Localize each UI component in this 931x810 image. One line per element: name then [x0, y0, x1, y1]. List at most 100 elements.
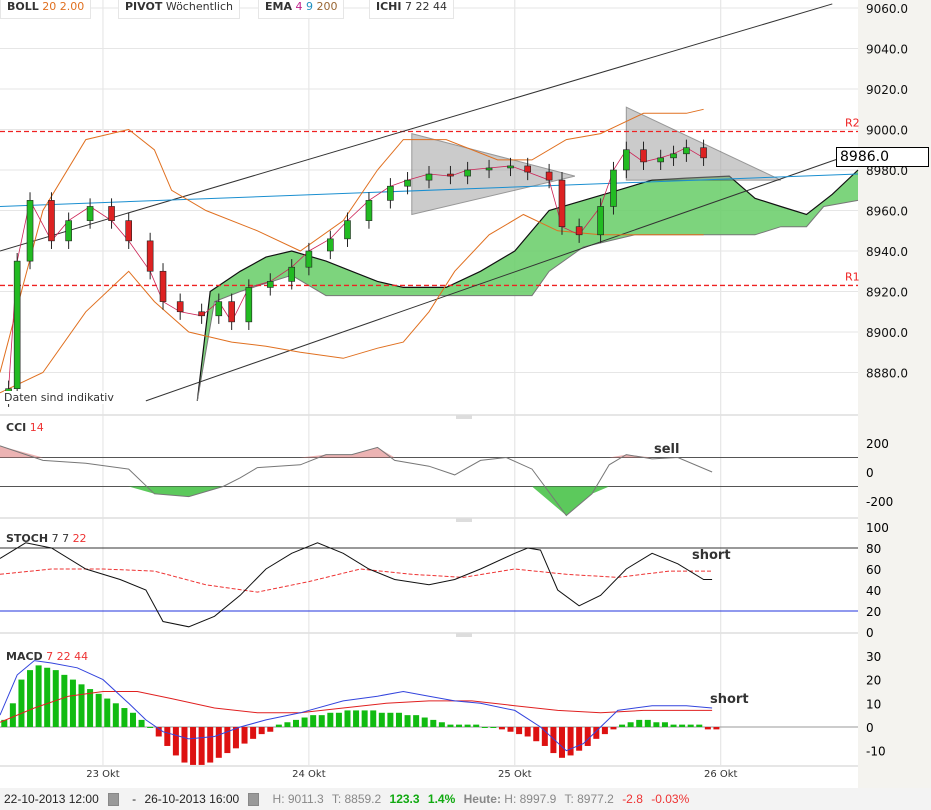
candle	[425, 173, 433, 181]
last-price-label: 8986.0	[836, 147, 929, 167]
chart-canvas[interactable]: 23 Okt 24 Okt 25 Okt 26 Okt 8880.0 8900.0 8920…	[0, 0, 931, 788]
pivot-label: R2	[845, 117, 860, 130]
candle	[683, 147, 690, 155]
x-tick-label: 24 Okt	[292, 769, 326, 780]
legend-name: BOLL	[7, 0, 39, 13]
candle	[228, 301, 235, 323]
macd-histogram-bar	[250, 727, 257, 739]
macd-histogram-bar	[524, 727, 531, 737]
macd-label[interactable]: MACD 7 22 44	[6, 650, 88, 663]
macd-histogram-bar	[619, 724, 626, 727]
panel-param: 22	[56, 650, 71, 663]
macd-histogram-bar	[27, 670, 34, 727]
stoch-tick-label: 80	[866, 542, 881, 556]
calendar-icon[interactable]	[107, 793, 119, 807]
stoch-label[interactable]: STOCH 7 7 22	[6, 532, 87, 545]
candle	[327, 238, 334, 252]
candle	[404, 179, 411, 187]
candle	[125, 220, 132, 242]
date-to[interactable]: 26-10-2013 16:00	[144, 792, 239, 806]
date-from[interactable]: 22-10-2013 12:00	[4, 792, 99, 806]
macd-histogram-bar	[52, 670, 59, 727]
macd-histogram-bar	[713, 727, 720, 730]
y-tick-label: 9020.0	[866, 83, 908, 97]
candle	[13, 260, 21, 389]
macd-histogram-bar	[121, 708, 128, 727]
cci-label[interactable]: CCI 14	[6, 421, 44, 434]
macd-histogram-bar	[181, 727, 188, 763]
legend-ichi[interactable]: ICHI 7 22 44	[369, 0, 454, 19]
calendar-icon[interactable]	[248, 793, 260, 807]
candle	[387, 185, 394, 201]
macd-histogram-bar	[129, 712, 136, 727]
today-label: Heute:	[463, 792, 501, 806]
candle	[524, 165, 531, 173]
legend-name: EMA	[265, 0, 292, 13]
candle	[48, 200, 55, 242]
candle	[670, 153, 677, 159]
macd-histogram-bar	[558, 727, 565, 758]
candle	[245, 287, 253, 323]
candle	[65, 220, 72, 242]
macd-histogram-bar	[35, 665, 42, 727]
today-high: H: 8997.9	[504, 792, 557, 806]
cci-tick-label: 200	[866, 437, 889, 451]
y-tick-label: 8880.0	[866, 367, 908, 381]
macd-histogram-bar	[541, 727, 548, 746]
y-tick-label: 8920.0	[866, 286, 908, 300]
macd-histogram-bar	[138, 719, 145, 727]
macd-histogram-bar	[661, 722, 668, 727]
macd-histogram-bar	[644, 719, 651, 727]
legend-param: 20	[42, 0, 57, 13]
macd-histogram-bar	[327, 712, 334, 727]
candle	[159, 270, 167, 302]
legend-param: 2.00	[59, 0, 85, 13]
macd-histogram-bar	[507, 727, 514, 732]
macd-tick-label: 30	[866, 650, 881, 664]
candle	[176, 301, 184, 313]
candle	[623, 149, 630, 171]
macd-histogram-bar	[69, 679, 76, 727]
legend-name: ICHI	[376, 0, 402, 13]
panel-param: 44	[74, 650, 89, 663]
legend-pivot[interactable]: PIVOT Wöchentlich	[118, 0, 241, 19]
macd-histogram-bar	[696, 724, 703, 727]
macd-histogram-bar	[344, 710, 351, 727]
macd-histogram-bar	[404, 715, 411, 727]
panel-param: 7	[62, 532, 70, 545]
macd-histogram-bar	[550, 727, 557, 754]
range-pct: 1.4%	[427, 792, 456, 806]
legend-boll[interactable]: BOLL 20 2.00	[0, 0, 92, 19]
range-low: T: 8859.2	[331, 792, 382, 806]
macd-histogram-bar	[447, 724, 454, 727]
indicative-note: Daten sind indikativ	[4, 391, 114, 404]
stoch-tick-label: 40	[866, 584, 881, 598]
today-low: T: 8977.2	[564, 792, 614, 806]
macd-histogram-bar	[610, 727, 617, 730]
macd-histogram-bar	[584, 727, 591, 746]
macd-histogram-bar	[421, 717, 428, 727]
candle	[266, 281, 274, 288]
macd-histogram-bar	[18, 679, 25, 727]
panel-param: 7	[51, 532, 59, 545]
candle	[365, 200, 373, 221]
macd-histogram-bar	[61, 674, 68, 727]
macd-histogram-bar	[438, 722, 445, 727]
legend-param: 44	[432, 0, 447, 13]
legend-param: 22	[415, 0, 430, 13]
x-tick-label: 25 Okt	[498, 769, 532, 780]
candle	[198, 311, 205, 317]
y-tick-label: 9040.0	[866, 43, 908, 57]
legend-ema[interactable]: EMA 4 9 200	[258, 0, 345, 19]
panel-name: CCI	[6, 421, 27, 434]
y-tick-label: 8940.0	[866, 245, 908, 259]
candle	[464, 169, 471, 177]
macd-tick-label: -10	[866, 745, 886, 759]
macd-tick-label: 0	[866, 721, 874, 735]
macd-histogram-bar	[387, 712, 394, 727]
macd-histogram-bar	[147, 727, 154, 728]
stoch-d-line	[0, 568, 713, 593]
macd-histogram-bar	[241, 727, 248, 744]
macd-histogram-bar	[172, 727, 179, 756]
panel-name: MACD	[6, 650, 43, 663]
